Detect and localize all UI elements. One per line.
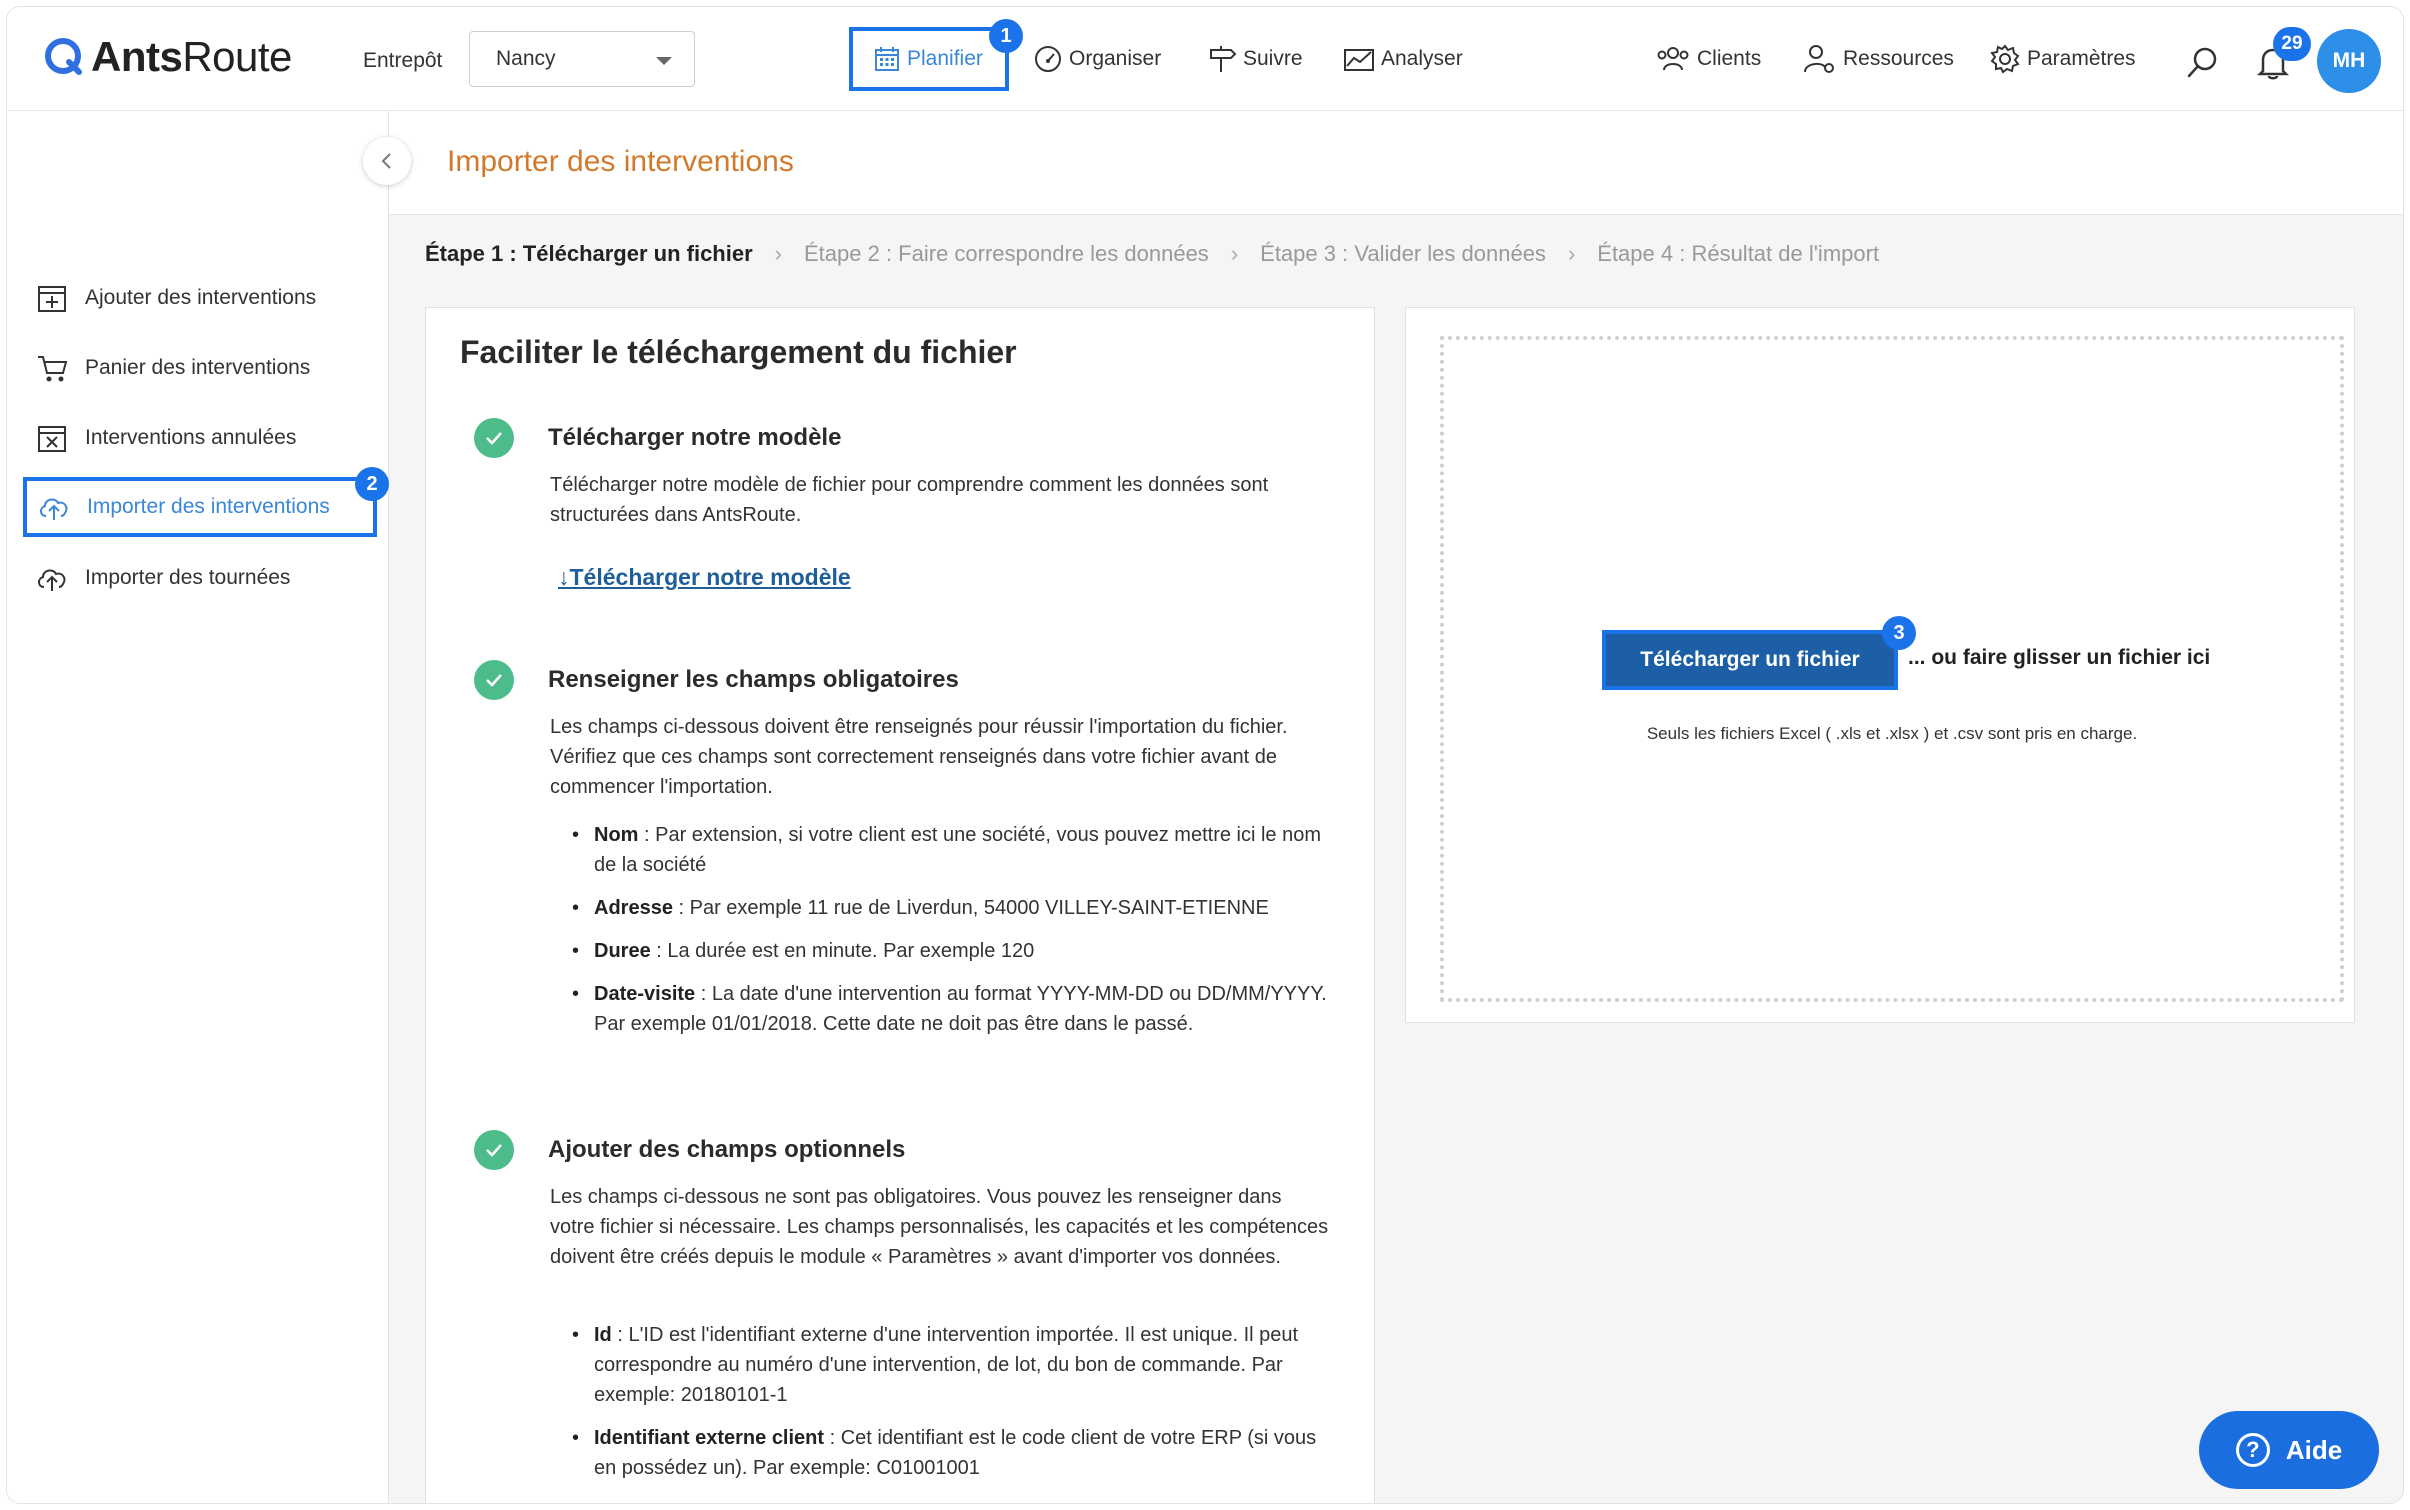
sidebar-item-label: Panier des interventions	[85, 356, 311, 379]
logo-text: AntsRoute	[91, 33, 292, 80]
list-item: Nom : Par extension, si votre client est…	[572, 820, 1334, 880]
sidebar-item-label: Ajouter des interventions	[85, 286, 317, 309]
nav-suivre-label: Suivre	[1243, 47, 1303, 70]
sidebar-item-panier[interactable]: Panier des interventions	[35, 341, 310, 395]
sidebar-collapse-button[interactable]	[363, 137, 411, 185]
sidebar-item-label: Importer des tournées	[85, 566, 291, 589]
list-item: Id : L'ID est l'identifiant externe d'un…	[572, 1320, 1334, 1410]
sidebar: Ajouter des interventions Panier des int…	[7, 111, 411, 1503]
nav-planifier[interactable]: Planifier	[849, 27, 1009, 91]
section-body: Les champs ci-dessous doivent être rense…	[550, 716, 1288, 798]
calendar-add-icon	[35, 281, 69, 315]
section-title: Ajouter des champs optionnels	[548, 1136, 906, 1163]
chart-line-icon	[1344, 49, 1374, 71]
nav-parametres[interactable]: Paramètres	[1989, 37, 2136, 81]
instructions-title: Faciliter le téléchargement du fichier	[460, 334, 1017, 370]
step-badge-2: 2	[355, 467, 389, 501]
section-body: Les champs ci-dessous ne sont pas obliga…	[550, 1186, 1329, 1268]
page-header: Importer des interventions	[389, 111, 2403, 215]
optional-fields-list: Id : L'ID est l'identifiant externe d'un…	[572, 1320, 1334, 1496]
cloud-upload-icon	[35, 561, 69, 595]
download-arrow-icon: ↓	[558, 564, 570, 590]
section-download-template: Télécharger notre modèle Télécharger not…	[474, 418, 1334, 638]
step-1: Étape 1 : Télécharger un fichier	[425, 241, 753, 266]
cloud-upload-icon	[37, 490, 71, 524]
step-2: Étape 2 : Faire correspondre les données	[804, 241, 1209, 266]
drop-hint: ... ou faire glisser un fichier ici	[1908, 646, 2211, 669]
antsroute-logo[interactable]: AntsRoute	[43, 33, 292, 81]
notification-count-badge: 29	[2273, 27, 2311, 61]
gear-icon	[1990, 44, 2020, 74]
question-circle-icon: ?	[2235, 1433, 2270, 1467]
signpost-icon	[1210, 46, 1237, 72]
upload-card: Télécharger un fichier 3 ... ou faire gl…	[1405, 307, 2355, 1023]
import-steps-breadcrumb: Étape 1 : Télécharger un fichier › Étape…	[425, 241, 1879, 267]
section-title: Télécharger notre modèle	[548, 424, 842, 451]
chevron-left-icon	[381, 153, 391, 169]
search-icon[interactable]	[2185, 45, 2221, 81]
step-badge-1: 1	[989, 19, 1023, 53]
list-item: Duree : La durée est en minute. Par exem…	[572, 936, 1334, 966]
users-icon	[1657, 47, 1689, 71]
section-title: Renseigner les champs obligatoires	[548, 666, 959, 693]
sidebar-item-label: Interventions annulées	[85, 426, 297, 449]
warehouse-value: Nancy	[496, 47, 556, 70]
warehouse-label: Entrepôt	[363, 49, 443, 72]
section-optional-fields: Ajouter des champs optionnels Les champs…	[474, 1130, 1334, 1503]
main-content: Étape 1 : Télécharger un fichier › Étape…	[389, 215, 2403, 1503]
help-button[interactable]: ? Aide	[2199, 1411, 2379, 1489]
nav-ressources-label: Ressources	[1843, 47, 1954, 70]
required-fields-list: Nom : Par extension, si votre client est…	[572, 820, 1334, 1052]
file-dropzone[interactable]: Télécharger un fichier 3 ... ou faire gl…	[1440, 336, 2344, 1002]
gauge-icon	[1035, 46, 1061, 72]
chevron-right-icon: ›	[1230, 241, 1239, 266]
download-template-link[interactable]: ↓Télécharger notre modèle	[558, 564, 851, 591]
user-avatar[interactable]: MH	[2317, 29, 2381, 93]
app-window: AntsRoute Entrepôt Nancy Planifier 1 Org…	[6, 6, 2404, 1504]
section-body: Télécharger notre modèle de fichier pour…	[550, 474, 1269, 526]
nav-parametres-label: Paramètres	[2027, 47, 2136, 70]
user-gear-icon	[1804, 45, 1834, 73]
check-circle-icon	[474, 1130, 514, 1170]
list-item: Date-visite : La date d'une intervention…	[572, 979, 1334, 1039]
sidebar-item-importer-tournees[interactable]: Importer des tournées	[35, 551, 290, 605]
sidebar-item-label: Importer des interventions	[87, 495, 330, 518]
check-circle-icon	[474, 660, 514, 700]
nav-clients-label: Clients	[1697, 47, 1762, 70]
list-item: Adresse : Par exemple 11 rue de Liverdun…	[572, 893, 1334, 923]
nav-ressources[interactable]: Ressources	[1803, 37, 1954, 81]
nav-analyser[interactable]: Analyser	[1343, 37, 1463, 81]
nav-planifier-label: Planifier	[907, 47, 983, 70]
top-navigation-bar: AntsRoute Entrepôt Nancy Planifier 1 Org…	[7, 7, 2403, 111]
cart-icon	[35, 351, 69, 385]
step-3: Étape 3 : Valider les données	[1260, 241, 1546, 266]
warehouse-select[interactable]: Nancy	[469, 31, 695, 87]
list-item: Identifiant externe client : Cet identif…	[572, 1423, 1334, 1483]
calendar-icon	[875, 47, 899, 71]
help-label: Aide	[2285, 1434, 2343, 1465]
chevron-down-icon	[656, 57, 672, 65]
nav-analyser-label: Analyser	[1381, 47, 1463, 70]
calendar-cancel-icon	[35, 421, 69, 455]
logo-icon	[45, 38, 82, 75]
nav-suivre[interactable]: Suivre	[1207, 37, 1303, 81]
nav-organiser-label: Organiser	[1069, 47, 1162, 70]
instructions-card: Faciliter le téléchargement du fichier T…	[425, 307, 1375, 1503]
chevron-right-icon: ›	[1567, 241, 1576, 266]
sidebar-item-annulees[interactable]: Interventions annulées	[35, 411, 296, 465]
nav-clients[interactable]: Clients	[1655, 37, 1761, 81]
supported-formats-note: Seuls les fichiers Excel ( .xls et .xlsx…	[1646, 724, 2138, 743]
chevron-right-icon: ›	[774, 241, 782, 266]
step-badge-3: 3	[1882, 616, 1916, 650]
sidebar-item-importer-interventions[interactable]: Importer des interventions	[23, 477, 377, 537]
page-title: Importer des interventions	[447, 145, 794, 178]
check-circle-icon	[474, 418, 514, 458]
section-required-fields: Renseigner les champs obligatoires Les c…	[474, 660, 1334, 1100]
nav-organiser[interactable]: Organiser	[1033, 37, 1161, 81]
upload-file-button[interactable]: Télécharger un fichier	[1602, 630, 1898, 690]
sidebar-item-ajouter[interactable]: Ajouter des interventions	[35, 271, 316, 325]
step-4: Étape 4 : Résultat de l'import	[1597, 241, 1880, 266]
